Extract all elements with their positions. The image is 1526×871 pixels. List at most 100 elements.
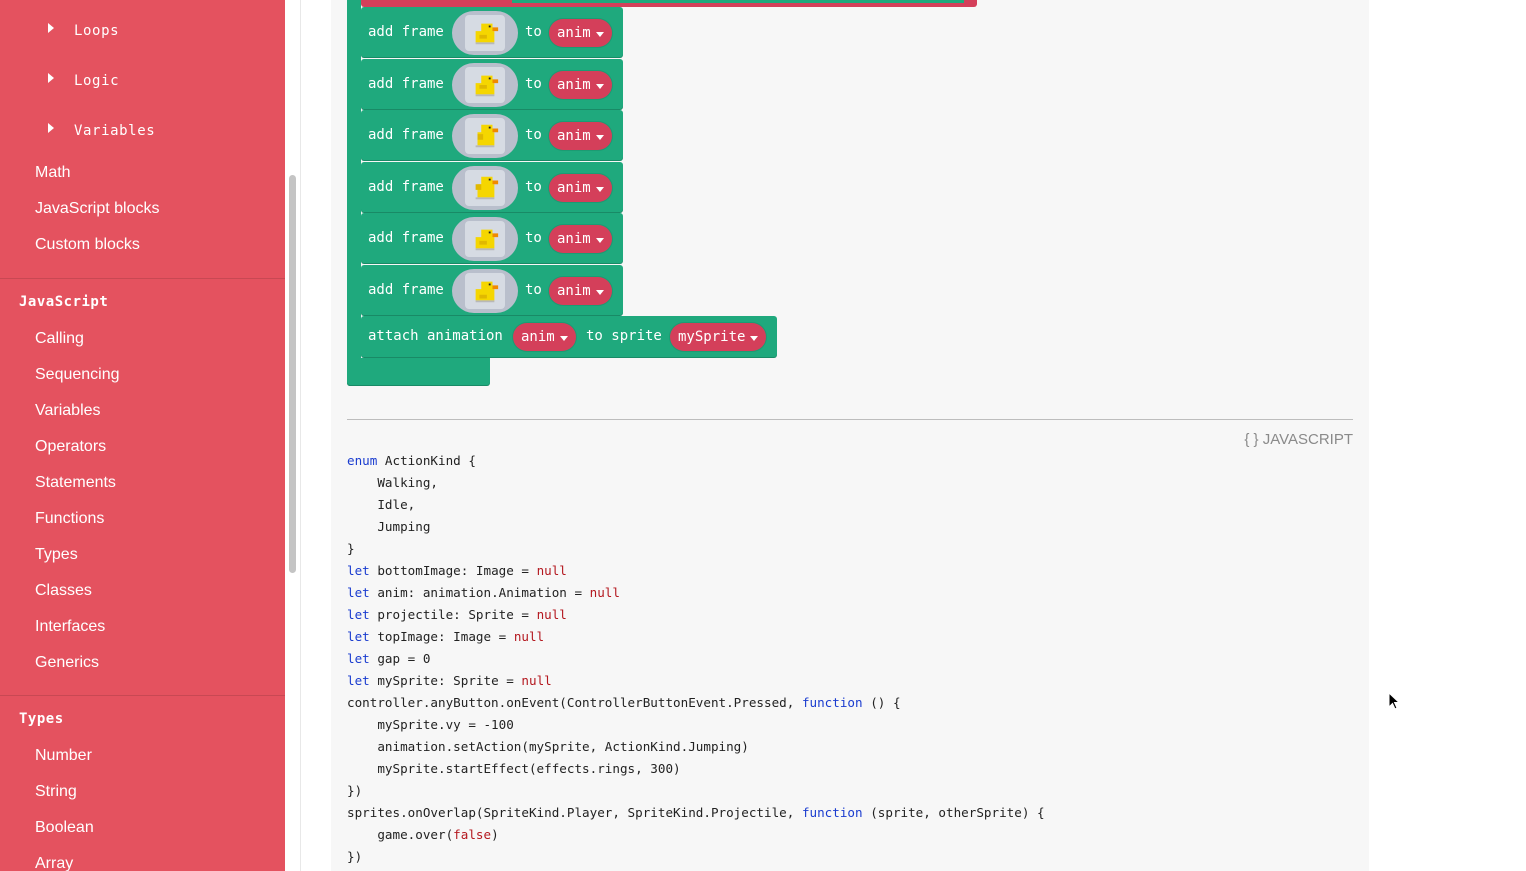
code-divider (347, 419, 1353, 420)
code-line: let bottomImage: Image = null (347, 560, 567, 582)
image-field[interactable] (452, 269, 518, 313)
tree-item-variables[interactable]: Variables (48, 121, 155, 141)
nav-link-custom-blocks[interactable]: Custom blocks (35, 236, 140, 254)
code-token: }) (347, 849, 363, 864)
nav-link-javascript-blocks[interactable]: JavaScript blocks (35, 200, 160, 218)
code-token: ) (491, 827, 499, 842)
code-token: Idle, (347, 497, 416, 512)
image-field[interactable] (452, 114, 518, 158)
dropdown-triangle-icon (559, 335, 568, 341)
code-keyword: function (801, 695, 863, 710)
nav-link-statements[interactable]: Statements (35, 474, 116, 492)
section-title-javascript[interactable]: JavaScript (19, 294, 108, 310)
code-keyword: let (347, 607, 370, 622)
anim-variable-dropdown[interactable]: anim (549, 19, 612, 47)
code-token: mySprite.startEffect(effects.rings, 300) (347, 761, 681, 776)
dropdown-value: anim (557, 231, 591, 247)
nav-link-string[interactable]: String (35, 783, 77, 801)
code-token: (sprite, otherSprite) { (862, 805, 1045, 820)
anim-variable-dropdown[interactable]: anim (513, 323, 576, 351)
add-frame-label: add frame (368, 230, 444, 246)
caret-right-icon (48, 23, 54, 33)
tree-item-label: Logic (74, 73, 120, 89)
dropdown-triangle-icon (595, 186, 604, 192)
nav-link-sequencing[interactable]: Sequencing (35, 366, 120, 384)
code-keyword: let (347, 563, 370, 578)
image-field[interactable] (452, 63, 518, 107)
tree-item-loops[interactable]: Loops (48, 21, 119, 41)
sidebar-scrollbar[interactable] (289, 175, 296, 573)
dropdown-value: anim (557, 180, 591, 196)
to-label: to (525, 127, 542, 143)
code-keyword: let (347, 673, 370, 688)
code-line: enum ActionKind { (347, 450, 476, 472)
add-frame-label: add frame (368, 76, 444, 92)
tree-item-label: Loops (74, 23, 120, 39)
code-line: let anim: animation.Animation = null (347, 582, 620, 604)
code-token: Walking, (347, 475, 438, 490)
attach-animation-label: attach animation (368, 328, 503, 344)
image-field[interactable] (452, 166, 518, 210)
container-block-bottom[interactable] (347, 358, 490, 386)
parent-block-inner (512, 0, 964, 3)
nav-link-boolean[interactable]: Boolean (35, 819, 94, 837)
container-block-left (347, 0, 361, 386)
dropdown-value: anim (557, 283, 591, 299)
dropdown-triangle-icon (595, 31, 604, 37)
anim-variable-dropdown[interactable]: anim (549, 225, 612, 253)
sidebar-divider (0, 278, 285, 279)
anim-variable-dropdown[interactable]: anim (549, 71, 612, 99)
to-label: to (525, 230, 542, 246)
dropdown-value: anim (557, 128, 591, 144)
code-token: anim: animation.Animation = (369, 585, 590, 600)
image-field[interactable] (452, 217, 518, 261)
code-line: let gap = 0 (347, 648, 430, 670)
dropdown-triangle-icon (750, 335, 759, 341)
dropdown-value: anim (521, 329, 555, 345)
image-field[interactable] (452, 11, 518, 55)
tree-item-label: Variables (74, 123, 156, 139)
sprite-variable-dropdown[interactable]: mySprite (670, 323, 767, 351)
nav-link-number[interactable]: Number (35, 747, 92, 765)
code-literal: null (536, 563, 567, 578)
code-token: controller.anyButton.onEvent(ControllerB… (347, 695, 802, 710)
tree-item-logic[interactable]: Logic (48, 71, 119, 91)
code-line: mySprite.startEffect(effects.rings, 300) (347, 758, 681, 780)
code-token: ActionKind { (377, 453, 476, 468)
code-line: }) (347, 846, 362, 868)
anim-variable-dropdown[interactable]: anim (549, 122, 612, 150)
dropdown-value: anim (557, 25, 591, 41)
code-token: Jumping (347, 519, 431, 534)
dropdown-value: mySprite (678, 329, 746, 345)
nav-link-array[interactable]: Array (35, 855, 73, 871)
code-keyword: enum (347, 453, 378, 468)
nav-link-operators[interactable]: Operators (35, 438, 106, 456)
code-literal: false (453, 827, 492, 842)
nav-link-types[interactable]: Types (35, 546, 78, 564)
dropdown-triangle-icon (595, 289, 604, 295)
anim-variable-dropdown[interactable]: anim (549, 277, 612, 305)
code-token: mySprite.vy = -100 (347, 717, 514, 732)
code-line: animation.setAction(mySprite, ActionKind… (347, 736, 749, 758)
nav-link-interfaces[interactable]: Interfaces (35, 618, 105, 636)
code-literal: null (589, 585, 620, 600)
duck-sprite-icon (465, 221, 505, 257)
nav-link-generics[interactable]: Generics (35, 654, 99, 672)
nav-link-functions[interactable]: Functions (35, 510, 104, 528)
anim-variable-dropdown[interactable]: anim (549, 174, 612, 202)
caret-right-icon (48, 73, 54, 83)
to-sprite-label: to sprite (586, 328, 662, 344)
code-line: }) (347, 780, 362, 802)
code-token: sprites.onOverlap(SpriteKind.Player, Spr… (347, 805, 802, 820)
section-title-types[interactable]: Types (19, 711, 64, 727)
code-keyword: let (347, 629, 370, 644)
nav-link-classes[interactable]: Classes (35, 582, 92, 600)
add-frame-label: add frame (368, 127, 444, 143)
duck-sprite-icon (465, 67, 505, 103)
nav-link-calling[interactable]: Calling (35, 330, 84, 348)
add-frame-label: add frame (368, 24, 444, 40)
code-token: () { (862, 695, 901, 710)
nav-link-math[interactable]: Math (35, 164, 71, 182)
nav-link-variables[interactable]: Variables (35, 402, 101, 420)
code-token: } (347, 541, 355, 556)
